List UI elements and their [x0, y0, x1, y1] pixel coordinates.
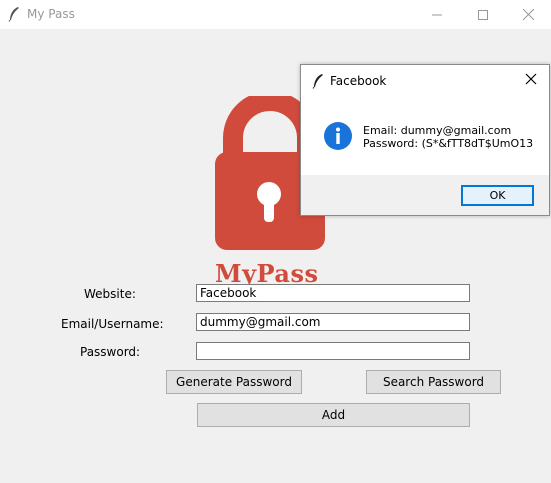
website-input[interactable]: Facebook: [196, 284, 470, 302]
close-icon: [522, 9, 534, 20]
dialog-title: Facebook: [330, 74, 387, 88]
maximize-icon: [478, 9, 488, 20]
email-label: Email/Username:: [61, 317, 164, 331]
dialog-body: Email: dummy@gmail.com Password: (S*&fTT…: [301, 95, 549, 175]
close-icon: [525, 73, 537, 85]
ok-button[interactable]: OK: [461, 185, 534, 206]
minimize-icon: [432, 14, 442, 15]
website-label: Website:: [84, 287, 136, 301]
window-titlebar: My Pass: [0, 0, 551, 29]
generate-password-button[interactable]: Generate Password: [166, 370, 302, 394]
password-label: Password:: [80, 345, 141, 359]
maximize-button[interactable]: [460, 0, 506, 29]
ok-label: OK: [489, 189, 506, 202]
dialog-close-button[interactable]: [525, 73, 537, 88]
add-label: Add: [321, 408, 346, 422]
dialog-footer: OK: [301, 175, 549, 215]
info-icon: [324, 122, 352, 150]
window-title: My Pass: [27, 7, 75, 21]
minimize-button[interactable]: [414, 0, 460, 29]
feather-icon: [311, 73, 325, 89]
dialog-titlebar: Facebook: [301, 65, 549, 95]
search-password-label: Search Password: [382, 375, 485, 389]
close-button[interactable]: [505, 0, 551, 29]
feather-icon: [7, 6, 21, 22]
add-button[interactable]: Add: [197, 403, 470, 427]
email-input[interactable]: dummy@gmail.com: [196, 313, 470, 331]
dialog-password-line: Password: (S*&fTT8dT$UmO13: [363, 137, 534, 150]
password-input[interactable]: [196, 342, 470, 360]
generate-password-label: Generate Password: [176, 375, 292, 389]
dialog-email-line: Email: dummy@gmail.com: [363, 124, 512, 137]
dialog-message: Email: dummy@gmail.com Password: (S*&fTT…: [363, 124, 533, 150]
search-password-button[interactable]: Search Password: [366, 370, 501, 394]
info-dialog: Facebook Email: dummy@gmail.com Password…: [300, 64, 550, 216]
